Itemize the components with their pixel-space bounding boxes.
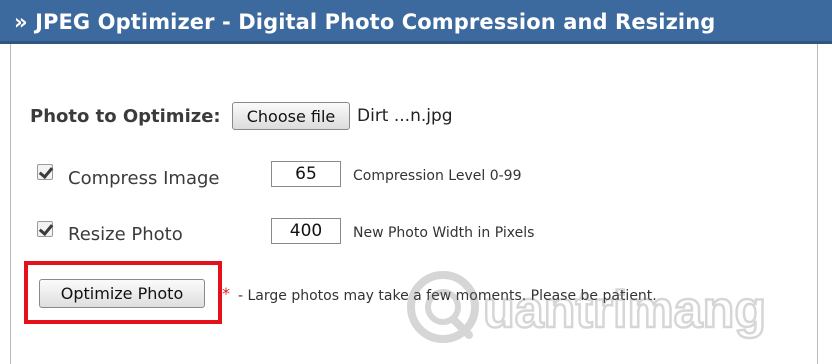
photo-width-hint: New Photo Width in Pixels: [353, 225, 535, 241]
patience-note: - Large photos may take a few moments. P…: [238, 288, 657, 304]
compress-image-label: Compress Image: [68, 168, 220, 189]
selected-file-name: Dirt ...n.jpg: [357, 106, 453, 126]
photo-width-input[interactable]: 400: [271, 218, 341, 244]
page-title: » JPEG Optimizer - Digital Photo Compres…: [14, 10, 716, 34]
compression-level-input[interactable]: 65: [271, 161, 341, 187]
header-bar: » JPEG Optimizer - Digital Photo Compres…: [0, 0, 832, 44]
resize-photo-label: Resize Photo: [68, 224, 183, 245]
photo-label: Photo to Optimize:: [30, 106, 221, 127]
resize-photo-checkbox[interactable]: [37, 221, 53, 237]
choose-file-button[interactable]: Choose file: [232, 102, 350, 130]
optimize-photo-button[interactable]: Optimize Photo: [39, 279, 205, 308]
compress-image-checkbox[interactable]: [37, 164, 53, 180]
required-asterisk: *: [222, 284, 230, 303]
compression-level-hint: Compression Level 0-99: [353, 168, 522, 184]
